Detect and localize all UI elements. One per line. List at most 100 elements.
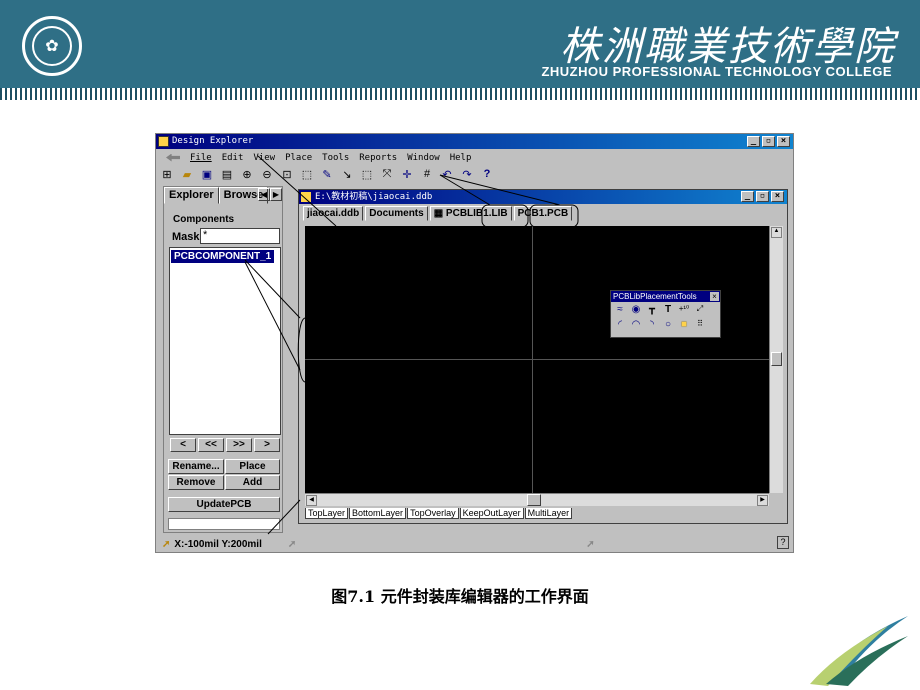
explorer-icon[interactable]: ⊞: [160, 168, 174, 181]
mask-input[interactable]: *: [200, 228, 280, 244]
menu-edit[interactable]: Edit: [222, 153, 244, 163]
document-titlebar: E:\教材初稿\jiaocai.ddb _ ▫ ×: [299, 190, 787, 204]
college-name-en: ZHUZHOU PROFESSIONAL TECHNOLOGY COLLEGE: [541, 64, 892, 79]
layer-tab-bottomlayer[interactable]: BottomLayer: [349, 508, 407, 519]
open-icon[interactable]: ▰: [180, 168, 194, 181]
wire-icon[interactable]: ✎: [320, 168, 334, 181]
zoom-fit-icon[interactable]: ⊡: [280, 168, 294, 181]
line-icon[interactable]: ↘: [340, 168, 354, 181]
add-button[interactable]: Add: [225, 475, 280, 490]
tab-pcblib1[interactable]: ▦ PCBLIB1.LIB: [429, 206, 512, 221]
doc-minimize-button[interactable]: _: [741, 191, 754, 202]
first-button[interactable]: <<: [198, 438, 224, 452]
zoom-in-icon[interactable]: ⊕: [240, 168, 254, 181]
coordinate-icon[interactable]: +¹⁰: [678, 304, 690, 315]
pcb-lib-icon: ▦: [433, 208, 446, 219]
menu-window[interactable]: Window: [407, 153, 440, 163]
zoom-area-icon[interactable]: ⬚: [300, 168, 314, 181]
tab-pcb1[interactable]: PCB1.PCB: [513, 206, 573, 221]
place-button[interactable]: Place: [225, 459, 280, 474]
placement-tools-palette: PCBLibPlacementTools × ≈ ◉ ┳ T +¹⁰ ⤢ ◜ ◠…: [610, 290, 721, 338]
decorative-swoosh-icon: [810, 616, 908, 686]
crosshair-icon[interactable]: ✛: [400, 168, 414, 181]
college-banner: ✿ 株洲職業技術學院 ZHUZHOU PROFESSIONAL TECHNOLO…: [0, 0, 920, 88]
layer-tab-topoverlay[interactable]: TopOverlay: [407, 508, 459, 519]
list-item[interactable]: PCBCOMPONENT_1: [171, 250, 275, 263]
tab-jiaocai-ddb[interactable]: jiaocai.ddb: [303, 206, 364, 221]
layer-tab-keepoutlayer[interactable]: KeepOutLayer: [459, 508, 524, 519]
menu-tools[interactable]: Tools: [322, 153, 349, 163]
redo-icon[interactable]: ↷: [460, 168, 474, 181]
arc-center-icon[interactable]: ◜: [614, 319, 626, 330]
menu-bar: File Edit View Place Tools Reports Windo…: [156, 150, 793, 165]
close-button[interactable]: ×: [777, 136, 790, 147]
window-title: Design Explorer: [172, 136, 254, 146]
track-icon[interactable]: ≈: [614, 304, 626, 315]
layer-tabs: TopLayer BottomLayer TopOverlay KeepOutL…: [305, 508, 573, 519]
doc-maximize-button[interactable]: ▫: [756, 191, 769, 202]
layer-tab-multilayer[interactable]: MultiLayer: [524, 508, 573, 519]
horizontal-scroll-thumb[interactable]: [527, 494, 541, 506]
layer-tab-toplayer[interactable]: TopLayer: [305, 508, 349, 519]
tab-pcblib1-label: PCBLIB1.LIB: [445, 208, 508, 219]
minimize-button[interactable]: _: [747, 136, 760, 147]
tab-scroll-left-icon[interactable]: ◀: [258, 188, 270, 201]
document-icon: [301, 192, 311, 202]
app-icon: [158, 136, 169, 147]
vertical-scroll-thumb[interactable]: [771, 352, 782, 366]
maximize-button[interactable]: ▫: [762, 136, 775, 147]
pcb-canvas[interactable]: [305, 226, 769, 493]
status-arrow-icon: ➚: [287, 538, 297, 550]
menu-reports[interactable]: Reports: [359, 153, 397, 163]
arc-any-icon[interactable]: ◝: [646, 319, 658, 330]
pad-icon[interactable]: ◉: [630, 304, 642, 315]
main-toolbar: ⊞ ▰ ▣ ▤ ⊕ ⊖ ⊡ ⬚ ✎ ↘ ⬚ ⤧ ✛ # ↶ ↷ ?: [156, 165, 793, 183]
vertical-scrollbar[interactable]: ▲: [769, 226, 783, 493]
update-pcb-button[interactable]: UpdatePCB: [168, 497, 280, 512]
fill-icon[interactable]: ■: [678, 319, 690, 330]
via-icon[interactable]: ┳: [646, 304, 658, 315]
palette-title: PCBLibPlacementTools: [613, 292, 697, 301]
tab-scroll-right-icon[interactable]: ▶: [270, 188, 282, 201]
status-help-icon[interactable]: ?: [777, 536, 789, 549]
string-icon[interactable]: T: [662, 304, 674, 315]
scroll-left-icon[interactable]: ◀: [306, 495, 317, 506]
print-icon[interactable]: ▤: [220, 168, 234, 181]
tab-documents[interactable]: Documents: [365, 206, 428, 221]
menu-view[interactable]: View: [253, 153, 275, 163]
scroll-right-icon[interactable]: ▶: [757, 495, 768, 506]
horizontal-scrollbar[interactable]: ◀ ▶: [305, 493, 769, 506]
palette-titlebar: PCBLibPlacementTools ×: [611, 291, 720, 302]
save-icon[interactable]: ▣: [200, 168, 214, 181]
rename-button[interactable]: Rename...: [168, 459, 224, 474]
doc-close-button[interactable]: ×: [771, 191, 784, 202]
help-icon[interactable]: ?: [480, 168, 494, 180]
undo-icon[interactable]: ↶: [440, 168, 454, 181]
document-window: E:\教材初稿\jiaocai.ddb _ ▫ × jiaocai.ddb Do…: [298, 189, 788, 524]
grid-icon[interactable]: #: [420, 168, 434, 180]
menu-file[interactable]: File: [190, 153, 212, 163]
tab-explorer[interactable]: Explorer: [164, 187, 219, 204]
menu-help[interactable]: Help: [450, 153, 472, 163]
back-arrow-icon[interactable]: [166, 153, 180, 162]
select-icon[interactable]: ⬚: [360, 168, 374, 181]
prev-button[interactable]: <: [170, 438, 196, 452]
x-axis-line: [305, 359, 769, 360]
zoom-out-icon[interactable]: ⊖: [260, 168, 274, 181]
move-icon[interactable]: ⤧: [380, 168, 394, 181]
remove-button[interactable]: Remove: [168, 475, 224, 490]
figure-caption: 图7.1 元件封装库编辑器的工作界面: [331, 587, 589, 606]
coordinate-readout: X:-100mil Y:200mil: [174, 538, 262, 550]
palette-close-icon[interactable]: ×: [710, 292, 719, 301]
component-list[interactable]: PCBCOMPONENT_1: [169, 247, 281, 435]
circle-icon[interactable]: ○: [662, 319, 674, 330]
scroll-up-icon[interactable]: ▲: [771, 227, 782, 238]
next-button[interactable]: >: [254, 438, 280, 452]
status-bar: ➚ X:-100mil Y:200mil ➚ ➚: [156, 536, 793, 552]
menu-place[interactable]: Place: [285, 153, 312, 163]
arc-edge-icon[interactable]: ◠: [630, 319, 642, 330]
cursor-icon: ➚: [162, 538, 171, 550]
last-button[interactable]: >>: [226, 438, 252, 452]
array-icon[interactable]: ⠿: [694, 319, 706, 330]
dimension-icon[interactable]: ⤢: [694, 304, 706, 315]
